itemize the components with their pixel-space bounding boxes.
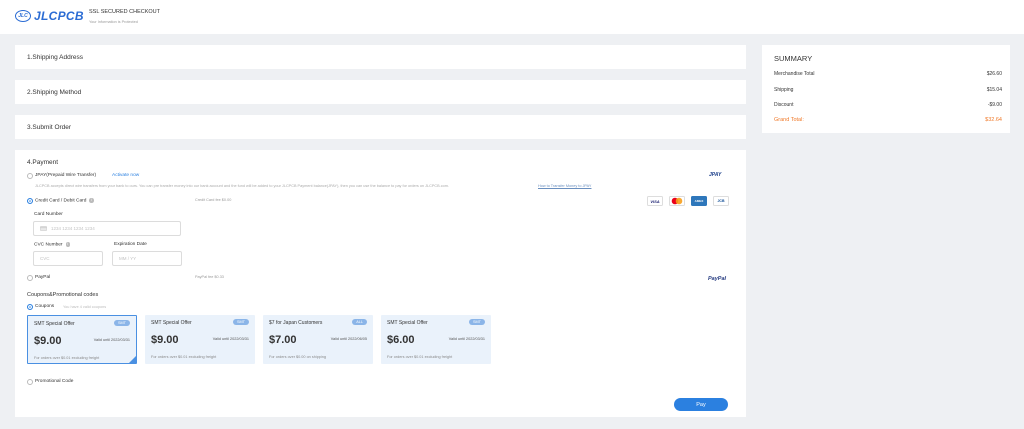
shipping-method-section[interactable]: 2.Shipping Method <box>15 80 746 104</box>
card-number-input[interactable]: 1234 1234 1234 1234 <box>33 221 181 236</box>
section-title: 1.Shipping Address <box>27 54 84 61</box>
card-number-label: Card Number <box>34 212 63 217</box>
cvc-input[interactable]: CVC <box>33 251 103 266</box>
coupon-card[interactable]: $7 for Japan Customers ALL $7.00 Valid u… <box>263 315 373 364</box>
summary-label: Discount <box>774 102 794 108</box>
coupon-amount: $9.00 <box>151 334 179 346</box>
promo-code-label: Promotional Code <box>35 379 74 384</box>
coupon-amount: $9.00 <box>34 335 62 347</box>
summary-title: SUMMARY <box>774 54 813 63</box>
summary-value: $15.04 <box>986 87 1002 93</box>
ssl-subtitle: Your Information is Protected <box>89 20 138 24</box>
logo-text: JLCPCB <box>34 9 84 23</box>
coupon-title: $7 for Japan Customers <box>269 320 323 326</box>
amex-icon: AMEX <box>691 196 707 206</box>
summary-value: $32.64 <box>985 117 1002 123</box>
jpay-label: JPAY(Prepaid Wire Transfer) <box>35 173 97 178</box>
coupons-label: Coupons <box>35 304 55 309</box>
shipping-address-section[interactable]: 1.Shipping Address <box>15 45 746 69</box>
coupon-valid-until: Valid until 2022/03/31 <box>93 338 130 342</box>
expiration-placeholder: MM / YY <box>119 256 137 261</box>
mastercard-icon: MC <box>669 196 685 206</box>
paypal-radio[interactable] <box>27 275 33 281</box>
jpay-transfer-link[interactable]: How to Transfer Money to JPAY <box>538 184 591 188</box>
payment-section: 4.Payment <box>15 150 746 417</box>
coupon-card[interactable]: SMT Special Offer SMT $9.00 Valid until … <box>145 315 255 364</box>
coupon-title: SMT Special Offer <box>151 320 192 326</box>
coupons-hint: You have 4 valid coupons <box>63 305 107 309</box>
jpay-radio[interactable] <box>27 173 33 179</box>
info-icon[interactable]: i <box>89 198 94 203</box>
jcb-icon: JCB <box>713 196 729 206</box>
card-icon <box>40 226 47 231</box>
credit-card-label-text: Credit Card / Debit Card <box>35 198 87 204</box>
promo-code-radio[interactable] <box>27 379 33 385</box>
selected-check-icon <box>129 356 136 363</box>
expiration-input[interactable]: MM / YY <box>112 251 182 266</box>
jpay-logo: JPAY <box>709 172 722 178</box>
summary-label: Merchandise Total <box>774 71 815 77</box>
coupon-card[interactable]: SMT Special Offer SMT $6.00 Valid until … <box>381 315 491 364</box>
summary-row-shipping: Shipping $15.04 <box>774 87 1002 93</box>
cvc-label: CVC Number i <box>34 242 71 248</box>
section-title: 2.Shipping Method <box>27 89 82 96</box>
coupon-condition: For orders over $0.01 excluding freight <box>387 355 453 359</box>
coupon-valid-until: Valid until 2022/03/31 <box>212 337 249 341</box>
coupon-valid-until: Valid until 2022/06/05 <box>330 337 367 341</box>
pay-button[interactable]: Pay <box>674 398 728 411</box>
summary-panel: SUMMARY Merchandise Total $26.60 Shippin… <box>762 45 1010 133</box>
summary-value: -$9.00 <box>987 102 1002 108</box>
ssl-title: SSL SECURED CHECKOUT <box>89 9 161 15</box>
mastercard-icon-text: MC <box>670 197 672 198</box>
summary-value: $26.60 <box>986 71 1002 77</box>
top-bar: JLC JLCPCB SSL SECURED CHECKOUT Your Inf… <box>0 0 1024 34</box>
coupon-card[interactable]: SMT Special Offer SMT $9.00 Valid until … <box>27 315 137 364</box>
jpay-activate-link[interactable]: Activate now <box>112 173 139 178</box>
section-title: 3.Submit Order <box>27 124 72 131</box>
submit-order-section[interactable]: 3.Submit Order <box>15 115 746 139</box>
jlcpcb-logo[interactable]: JLC JLCPCB <box>15 9 84 23</box>
coupon-amount: $7.00 <box>269 334 297 346</box>
logo-mark-icon: JLC <box>15 10 31 22</box>
coupon-amount: $6.00 <box>387 334 415 346</box>
coupon-badge: SMT <box>113 320 130 326</box>
coupon-title: SMT Special Offer <box>387 320 428 326</box>
mastercard-circles-icon <box>671 197 683 205</box>
coupon-badge: ALL <box>352 319 367 325</box>
summary-row-discount: Discount -$9.00 <box>774 102 1002 108</box>
visa-icon: VISA <box>647 196 663 206</box>
coupon-title: SMT Special Offer <box>34 321 75 327</box>
coupon-badge: SMT <box>232 319 249 325</box>
summary-row-merchandise: Merchandise Total $26.60 <box>774 71 1002 77</box>
paypal-fee: PayPal fee $0.33 <box>195 275 224 279</box>
paypal-label: PayPal <box>35 275 51 280</box>
coupon-valid-until: Valid until 2022/03/31 <box>448 337 485 341</box>
coupon-condition: For orders over $0.01 excluding freight <box>34 356 100 360</box>
coupons-section-title: Coupons&Promotional codes <box>27 292 99 298</box>
paypal-logo: PayPal <box>708 276 727 282</box>
section-title: 4.Payment <box>27 159 59 166</box>
card-number-placeholder: 1234 1234 1234 1234 <box>51 226 95 231</box>
info-icon[interactable]: i <box>65 242 71 247</box>
coupons-radio[interactable] <box>27 304 33 310</box>
credit-card-label: Credit Card / Debit Card i <box>35 198 94 204</box>
coupon-badge: SMT <box>468 319 485 325</box>
cvc-label-text: CVC Number <box>34 242 63 248</box>
jpay-description: JLCPCB accepts direct wire transfers fro… <box>35 184 449 188</box>
summary-row-grand-total: Grand Total: $32.64 <box>774 117 1002 123</box>
cvc-placeholder: CVC <box>40 256 50 261</box>
summary-label: Shipping <box>774 87 794 93</box>
credit-card-radio[interactable] <box>27 198 33 204</box>
summary-label: Grand Total: <box>774 117 804 123</box>
expiration-label: Expiration Date <box>114 242 147 247</box>
coupon-condition: For orders over $0.00 on shipping <box>269 355 326 359</box>
credit-card-fee: Credit Card fee $0.00 <box>195 198 232 202</box>
coupon-condition: For orders over $0.01 excluding freight <box>151 355 217 359</box>
